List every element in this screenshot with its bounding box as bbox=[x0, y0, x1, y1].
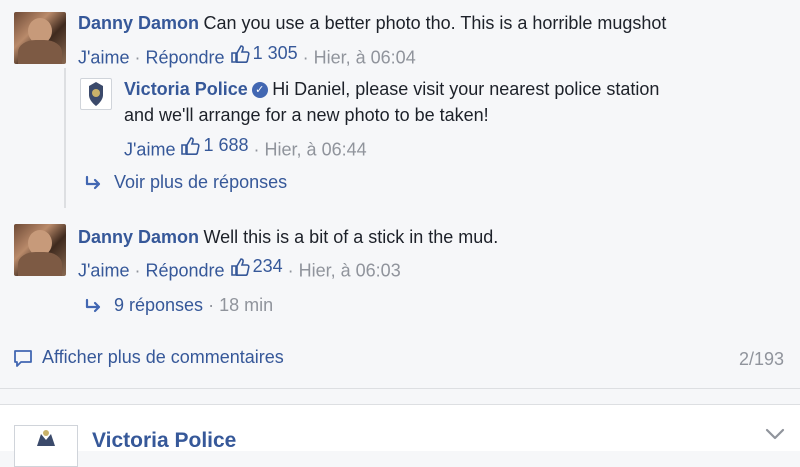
replies-summary[interactable]: 9 réponses · 18 min bbox=[84, 295, 273, 316]
section-divider bbox=[0, 388, 800, 389]
separator-dot: · bbox=[134, 260, 141, 281]
like-count: 1 305 bbox=[252, 43, 298, 63]
like-count: 1 688 bbox=[203, 135, 249, 155]
reply-line-1: Victoria Police ✓ Hi Daniel, please visit… bbox=[124, 79, 659, 100]
comment-2-line: Danny Damon Well this is a bit of a stic… bbox=[78, 227, 498, 248]
post-author-name: Victoria Police bbox=[92, 429, 237, 452]
post-avatar[interactable] bbox=[14, 425, 78, 467]
comment-timestamp[interactable]: Hier, à 06:04 bbox=[314, 48, 416, 68]
reply-actions: J'aime 1 688 · Hier, à 06:44 bbox=[124, 135, 367, 161]
comment-1-actions: J'aime · Répondre 1 305 · Hier, à 06:04 bbox=[78, 43, 416, 69]
next-post-card: Victoria Police bbox=[0, 404, 800, 467]
reply-timestamp[interactable]: Hier, à 06:44 bbox=[265, 140, 367, 160]
verified-badge-icon: ✓ bbox=[251, 82, 268, 98]
reply-text-line-1: Hi Daniel, please visit your nearest pol… bbox=[272, 79, 660, 99]
comment-count: 2/193 bbox=[739, 349, 784, 370]
more-replies-link[interactable]: Voir plus de réponses bbox=[84, 172, 287, 193]
comment-2-actions: J'aime · Répondre 234 · Hier, à 06:03 bbox=[78, 256, 401, 282]
thumbs-up-icon bbox=[230, 257, 250, 276]
reply-link[interactable]: Répondre bbox=[145, 48, 224, 68]
commenter-avatar[interactable] bbox=[14, 12, 66, 64]
police-badge-icon bbox=[89, 82, 103, 106]
like-count: 234 bbox=[252, 256, 283, 276]
more-replies-label: Voir plus de réponses bbox=[114, 172, 288, 192]
comment-text: Well this is a bit of a stick in the mud… bbox=[203, 227, 499, 247]
like-link[interactable]: J'aime bbox=[78, 48, 129, 68]
more-comments-link[interactable]: Afficher plus de commentaires bbox=[13, 347, 284, 368]
separator-dot: · bbox=[134, 47, 141, 68]
reply-line-2: and we'll arrange for a new photo to be … bbox=[124, 105, 489, 126]
like-link[interactable]: J'aime bbox=[124, 140, 175, 160]
comment-text: Can you use a better photo tho. This is … bbox=[203, 13, 667, 33]
comment-timestamp[interactable]: Hier, à 06:03 bbox=[299, 261, 401, 281]
reply-thread-line bbox=[64, 68, 66, 208]
reply-arrow-icon bbox=[85, 175, 101, 189]
separator-dot: · bbox=[208, 295, 215, 315]
reply-text-line-2: and we'll arrange for a new photo to be … bbox=[124, 105, 489, 125]
comment-author[interactable]: Danny Damon bbox=[78, 227, 199, 247]
comment-bubble-icon bbox=[14, 349, 32, 367]
replies-time: 18 min bbox=[219, 295, 274, 315]
reply-arrow-icon bbox=[85, 298, 101, 312]
like-count-wrapper[interactable]: 234 bbox=[230, 256, 283, 277]
police-avatar[interactable] bbox=[80, 78, 112, 110]
like-link[interactable]: J'aime bbox=[78, 261, 129, 281]
avatar-body-shape bbox=[18, 252, 62, 276]
police-crown-icon bbox=[37, 430, 55, 446]
comment-author[interactable]: Danny Damon bbox=[78, 13, 199, 33]
post-author[interactable]: Victoria Police bbox=[92, 429, 236, 453]
avatar-body-shape bbox=[18, 40, 62, 64]
reply-author[interactable]: Victoria Police bbox=[124, 79, 248, 99]
post-options-button[interactable] bbox=[764, 427, 786, 441]
comment-1-line: Danny Damon Can you use a better photo t… bbox=[78, 13, 666, 34]
chevron-down-icon bbox=[765, 428, 785, 440]
like-count-wrapper[interactable]: 1 688 bbox=[180, 135, 249, 156]
comment-count-text: 2/193 bbox=[738, 349, 784, 369]
separator-dot: · bbox=[287, 260, 294, 281]
like-count-wrapper[interactable]: 1 305 bbox=[230, 43, 298, 64]
more-comments-label: Afficher plus de commentaires bbox=[42, 347, 284, 367]
thumbs-up-icon bbox=[181, 136, 201, 155]
reply-link[interactable]: Répondre bbox=[145, 261, 224, 281]
thumbs-up-icon bbox=[230, 44, 250, 63]
commenter-avatar[interactable] bbox=[14, 224, 66, 276]
separator-dot: · bbox=[302, 47, 309, 68]
replies-count-link[interactable]: 9 réponses bbox=[114, 295, 203, 315]
separator-dot: · bbox=[253, 139, 260, 160]
